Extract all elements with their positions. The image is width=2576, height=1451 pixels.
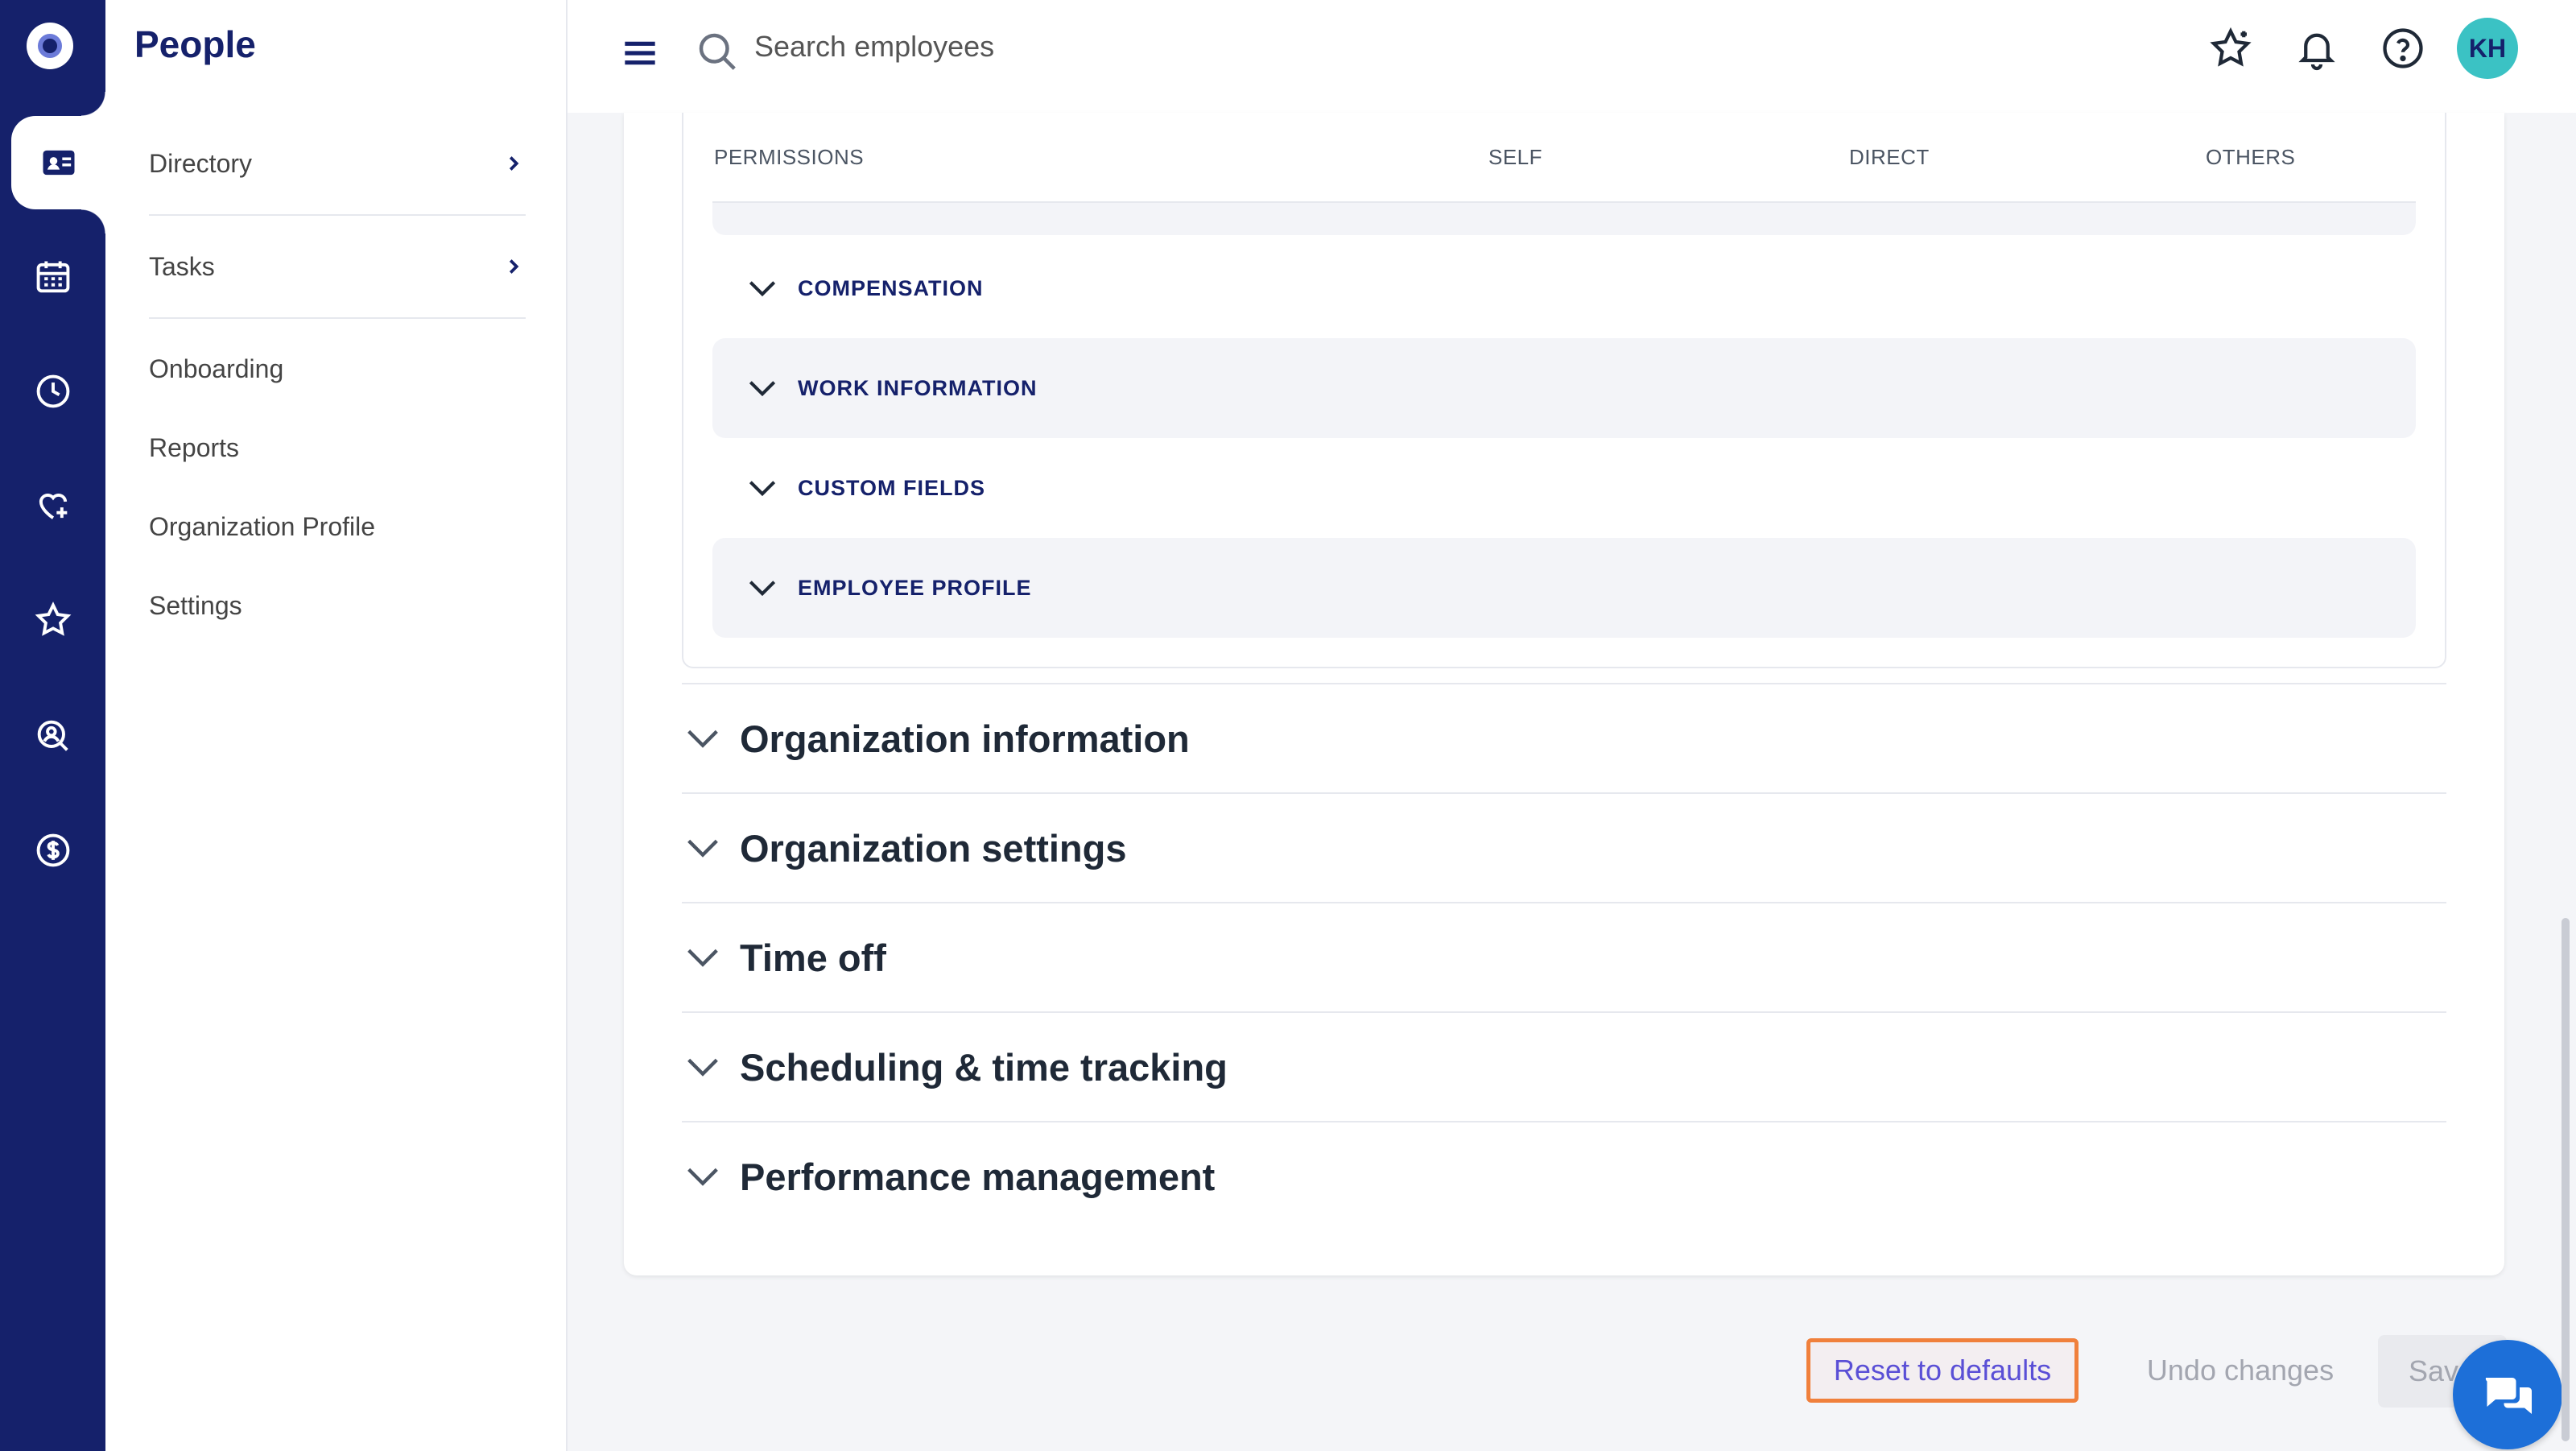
- subnav-item-settings[interactable]: Settings: [149, 591, 242, 621]
- undo-changes-button[interactable]: Undo changes: [2109, 1338, 2372, 1403]
- logo-icon[interactable]: [27, 23, 73, 69]
- subnav-item-label: Tasks: [149, 251, 215, 281]
- section-organization-information[interactable]: Organization information: [682, 683, 2446, 792]
- chevron-down-icon: [749, 281, 776, 297]
- chevron-down-icon: [687, 949, 718, 967]
- section-title: Scheduling & time tracking: [740, 1045, 1228, 1089]
- section-title: Organization settings: [740, 826, 1127, 870]
- top-bar: KH: [568, 0, 2576, 113]
- table-header-divider: [712, 201, 2416, 235]
- chevron-right-icon: [509, 259, 519, 274]
- column-header-self: SELF: [1488, 145, 1543, 169]
- subnav-item-organization-profile[interactable]: Organization Profile: [149, 512, 375, 542]
- search-input[interactable]: [754, 24, 1479, 69]
- permission-group-compensation[interactable]: COMPENSATION: [712, 238, 2416, 338]
- help-icon[interactable]: [2379, 24, 2427, 72]
- sub-navigation: People Directory Tasks Onboarding Report…: [105, 0, 568, 1451]
- permission-group-label: EMPLOYEE PROFILE: [798, 575, 1032, 600]
- notifications-bell-icon[interactable]: [2293, 24, 2341, 72]
- rail-item-time[interactable]: [0, 345, 105, 438]
- chevron-down-icon: [687, 1168, 718, 1186]
- section-title: Organization information: [740, 717, 1190, 760]
- chat-support-button[interactable]: [2453, 1340, 2562, 1449]
- subnav-item-onboarding[interactable]: Onboarding: [149, 354, 283, 384]
- search-icon: [699, 33, 736, 70]
- permissions-card: PERMISSIONS SELF DIRECT OTHERS COMPENSAT…: [624, 113, 2504, 1275]
- permission-group-custom-fields[interactable]: CUSTOM FIELDS: [712, 438, 2416, 538]
- section-time-off[interactable]: Time off: [682, 902, 2446, 1011]
- chat-bubbles-icon: [2485, 1378, 2532, 1414]
- section-scheduling-time-tracking[interactable]: Scheduling & time tracking: [682, 1011, 2446, 1121]
- rail-item-performance[interactable]: [0, 573, 105, 667]
- column-header-others: OTHERS: [2206, 145, 2296, 169]
- permission-group-label: CUSTOM FIELDS: [798, 475, 986, 500]
- chevron-down-icon: [749, 481, 776, 497]
- favorites-star-icon[interactable]: [2207, 24, 2255, 72]
- permission-group-employee-profile[interactable]: EMPLOYEE PROFILE: [712, 538, 2416, 638]
- hamburger-menu-icon[interactable]: [617, 31, 663, 76]
- page-scrollbar[interactable]: [2562, 918, 2570, 1441]
- section-title: Time off: [740, 936, 886, 979]
- column-header-direct: DIRECT: [1849, 145, 1930, 169]
- section-organization-settings[interactable]: Organization settings: [682, 792, 2446, 902]
- section-performance-management[interactable]: Performance management: [682, 1121, 2446, 1230]
- subnav-item-directory[interactable]: Directory: [149, 113, 526, 216]
- employee-data-permissions-panel: PERMISSIONS SELF DIRECT OTHERS COMPENSAT…: [682, 113, 2446, 668]
- avatar[interactable]: KH: [2457, 18, 2518, 79]
- permission-group-work-information[interactable]: WORK INFORMATION: [712, 338, 2416, 438]
- subnav-title: People: [134, 23, 256, 65]
- permission-group-label: COMPENSATION: [798, 275, 984, 300]
- rail-item-calendar[interactable]: [0, 230, 105, 324]
- column-header-permissions: PERMISSIONS: [714, 145, 865, 169]
- subnav-item-reports[interactable]: Reports: [149, 433, 239, 463]
- chevron-down-icon: [687, 730, 718, 748]
- heart-plus-icon: [39, 494, 67, 519]
- permission-group-label: WORK INFORMATION: [798, 375, 1038, 400]
- chevron-down-icon: [749, 581, 776, 597]
- clock-icon: [36, 374, 69, 408]
- person-search-icon: [37, 720, 68, 751]
- subnav-item-tasks[interactable]: Tasks: [149, 216, 526, 319]
- section-title: Performance management: [740, 1155, 1216, 1198]
- chevron-right-icon: [509, 156, 519, 171]
- subnav-item-label: Directory: [149, 148, 253, 178]
- chevron-down-icon: [687, 1058, 718, 1077]
- calendar-icon: [36, 261, 69, 293]
- star-icon: [35, 601, 71, 636]
- rail-item-people[interactable]: [11, 92, 105, 234]
- rail-item-hiring[interactable]: [0, 689, 105, 783]
- rail-item-payroll[interactable]: [0, 804, 105, 897]
- chevron-down-icon: [687, 839, 718, 858]
- chevron-down-icon: [749, 381, 776, 397]
- people-card-icon: [43, 150, 74, 176]
- rail-item-benefits[interactable]: [0, 459, 105, 552]
- app-rail: [0, 0, 105, 1451]
- reset-to-defaults-button[interactable]: Reset to defaults: [1806, 1338, 2079, 1403]
- dollar-icon: [36, 833, 69, 867]
